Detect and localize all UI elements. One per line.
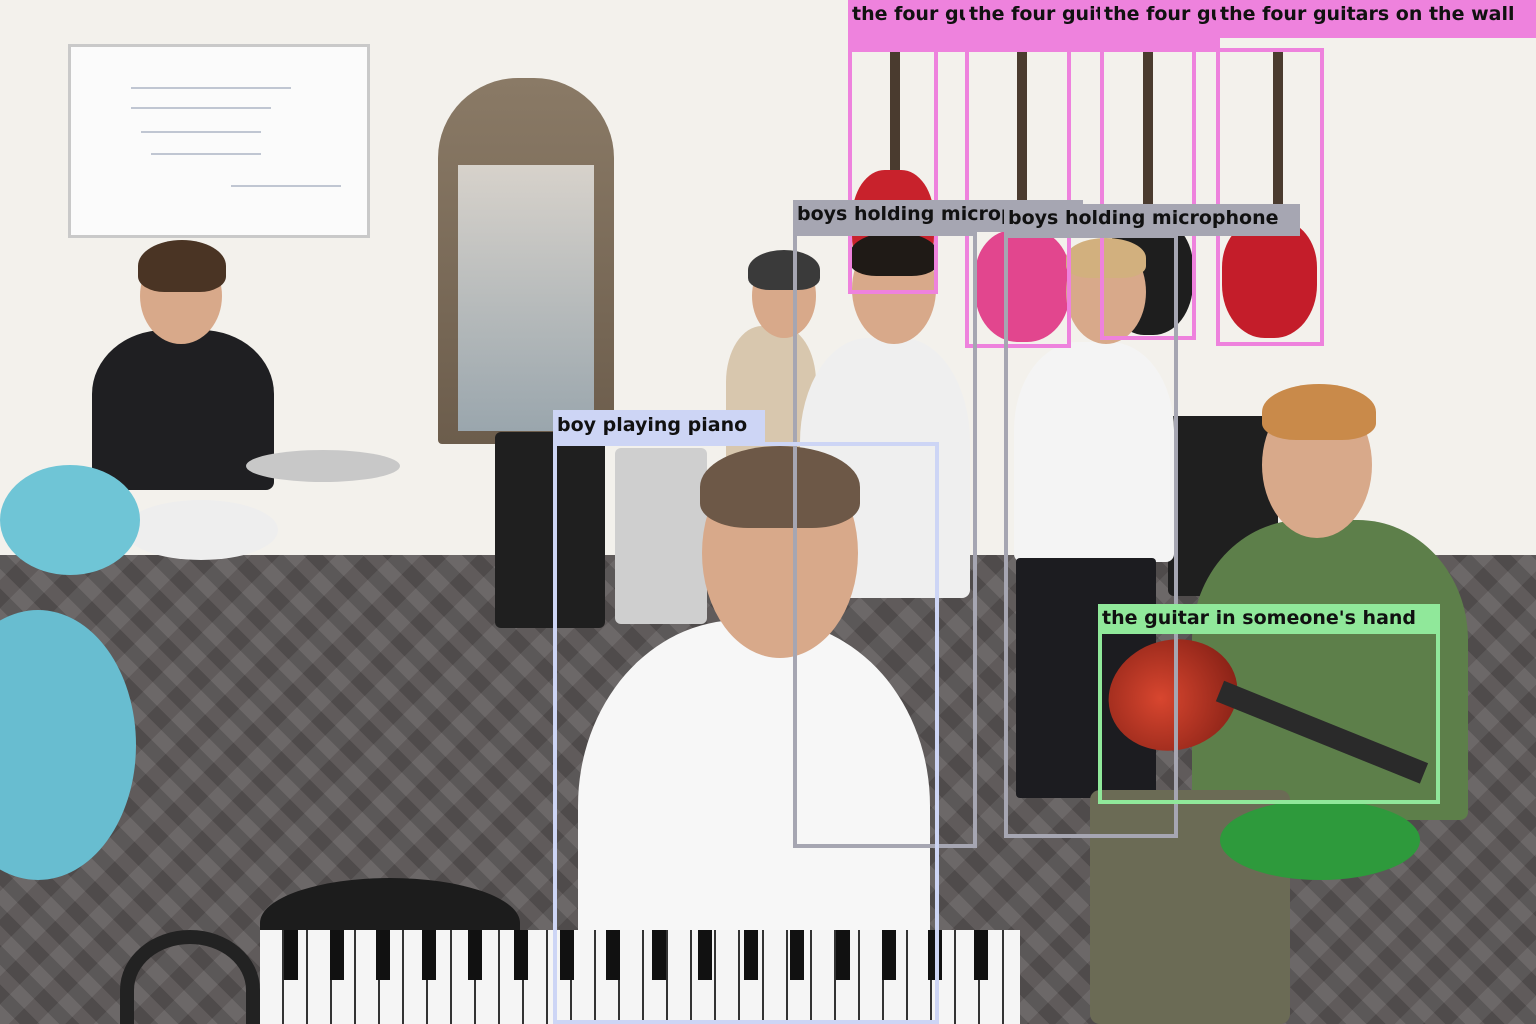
photo-scene: the four guitars on the wall the four gu…: [0, 0, 1536, 1024]
snare-drum: [124, 500, 278, 560]
green-stool: [1220, 800, 1420, 880]
label-guitar-1: the four guitars on the wall: [848, 0, 970, 52]
bbox-piano: [553, 442, 939, 1024]
label-guitar-hand: the guitar in someone's hand: [1098, 604, 1440, 634]
label-piano: boy playing piano: [553, 410, 765, 444]
tom-drum: [0, 465, 140, 575]
bbox-guitar-4: [1216, 48, 1324, 346]
label-guitar-3: the four guitars on the wall: [1100, 0, 1220, 52]
bbox-guitar-hand: [1098, 630, 1440, 804]
label-guitar-4: the four guitars on the wall: [1216, 0, 1536, 38]
label-guitar-2: the four guitars on the wall: [965, 0, 1105, 52]
label-mic-2: boys holding microphone: [1004, 204, 1300, 236]
cymbal: [246, 450, 400, 482]
whiteboard: [68, 44, 370, 238]
mirror-glass: [458, 165, 594, 431]
